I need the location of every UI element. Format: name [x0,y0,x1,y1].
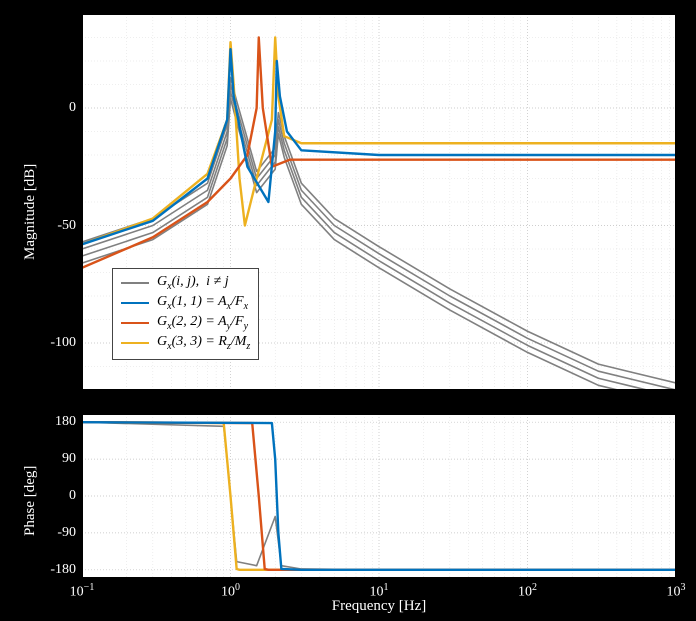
phase-ytick: 90 [62,451,76,467]
bode-figure: -100 -50 0 Gx(i, j), i ≠ j Gx(1, 1) = Ax/… [0,0,696,621]
legend-item: Gx(3, 3) = Rz/Mz [121,333,250,353]
legend: Gx(i, j), i ≠ j Gx(1, 1) = Ax/Fx Gx(2, 2) … [112,268,259,360]
magnitude-ytick: 0 [69,100,76,116]
legend-label: Gx(i, j), i ≠ j [157,274,229,292]
magnitude-ylabel: Magnitude [dB] [22,164,39,260]
legend-label: Gx(1, 1) = Ax/Fx [157,294,248,312]
phase-ytick: -180 [50,562,76,578]
legend-item: Gx(i, j), i ≠ j [121,273,250,293]
legend-item: Gx(1, 1) = Ax/Fx [121,293,250,313]
legend-label: Gx(2, 2) = Ay/Fy [157,314,248,332]
xtick: 103 [667,582,686,601]
magnitude-panel: -100 -50 0 Gx(i, j), i ≠ jGx(1, 1) = Ax/… [82,14,676,390]
legend-swatch [121,322,149,324]
legend-swatch [121,282,149,284]
legend-swatch [121,342,149,344]
phase-curves [82,414,676,578]
legend-item: Gx(2, 2) = Ay/Fy [121,313,250,333]
legend-swatch [121,302,149,304]
magnitude-ytick: -50 [57,218,76,234]
phase-ylabel: Phase [deg] [22,466,39,536]
legend-label: Gx(3, 3) = Rz/Mz [157,334,250,352]
xlabel: Frequency [Hz] [332,598,427,615]
magnitude-ytick: -100 [50,335,76,351]
xtick: 10−1 [70,582,95,601]
phase-ytick: 180 [55,414,76,430]
phase-ytick: 0 [69,488,76,504]
xtick: 100 [221,582,240,601]
phase-ytick: -90 [57,525,76,541]
phase-panel: -180 -90 0 90 180 10−1 100 101 102 103 [82,414,676,578]
xtick: 102 [518,582,537,601]
